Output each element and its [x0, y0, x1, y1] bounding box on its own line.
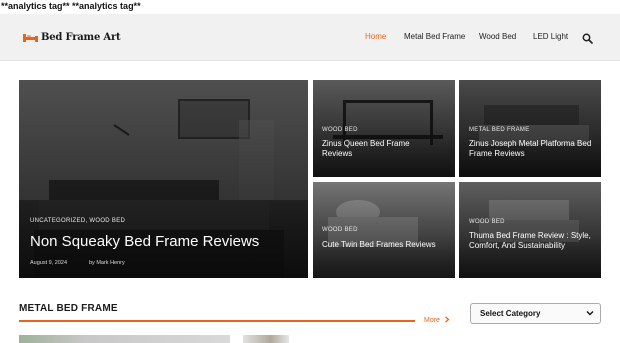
chevron-right-icon [444, 316, 450, 325]
featured-post-card[interactable]: WOOD BED Thuma Bed Frame Review : Style,… [459, 182, 601, 278]
category-select-value: Select Category [480, 309, 541, 318]
analytics-tag-note: **analytics tag** **analytics tag** [0, 0, 620, 14]
post-category[interactable]: METAL BED FRAME [469, 127, 530, 133]
site-name: Bed Frame Art [41, 31, 121, 43]
post-category[interactable]: WOOD BED [322, 227, 358, 233]
more-label: More [424, 317, 440, 324]
nav-item-metal-bed-frame[interactable]: Metal Bed Frame [404, 32, 465, 41]
more-link[interactable]: More [424, 316, 450, 325]
category-select[interactable]: Select Category [470, 303, 601, 324]
post-title[interactable]: Non Squeaky Bed Frame Reviews [30, 233, 259, 251]
post-date: August 9, 2024 [30, 260, 68, 266]
post-thumbnail[interactable] [19, 335, 230, 343]
section-title: METAL BED FRAME [19, 303, 118, 314]
site-header: Bed Frame Art Home Metal Bed Frame Wood … [0, 14, 620, 61]
nav-item-wood-bed[interactable]: Wood Bed [479, 32, 516, 41]
post-category[interactable]: WOOD BED [322, 127, 358, 133]
featured-post-main[interactable]: UNCATEGORIZED, WOOD BED Non Squeaky Bed … [19, 80, 308, 278]
post-title[interactable]: Zinus Joseph Metal Platforma Bed Frame R… [469, 139, 594, 159]
featured-post-card[interactable]: METAL BED FRAME Zinus Joseph Metal Platf… [459, 80, 601, 177]
site-logo[interactable]: Bed Frame Art [22, 28, 121, 46]
post-title[interactable]: Thuma Bed Frame Review : Style, Comfort,… [469, 231, 597, 251]
chevron-down-icon [585, 308, 595, 318]
post-category[interactable]: UNCATEGORIZED, WOOD BED [30, 218, 125, 224]
search-icon[interactable] [582, 31, 594, 44]
nav-item-led-light[interactable]: LED Light [533, 32, 568, 41]
post-thumbnail[interactable] [243, 335, 289, 343]
nav-item-home[interactable]: Home [365, 32, 386, 41]
post-author[interactable]: by Mark Henry [89, 260, 125, 266]
post-title[interactable]: Cute Twin Bed Frames Reviews [322, 240, 442, 250]
post-category[interactable]: WOOD BED [469, 219, 505, 225]
featured-post-card[interactable]: WOOD BED Zinus Queen Bed Frame Reviews [313, 80, 455, 177]
featured-post-card[interactable]: WOOD BED Cute Twin Bed Frames Reviews [313, 182, 455, 278]
image-overlay [459, 182, 601, 278]
post-title[interactable]: Zinus Queen Bed Frame Reviews [322, 139, 442, 159]
section-divider [19, 320, 415, 322]
logo-bed-icon [22, 31, 39, 43]
